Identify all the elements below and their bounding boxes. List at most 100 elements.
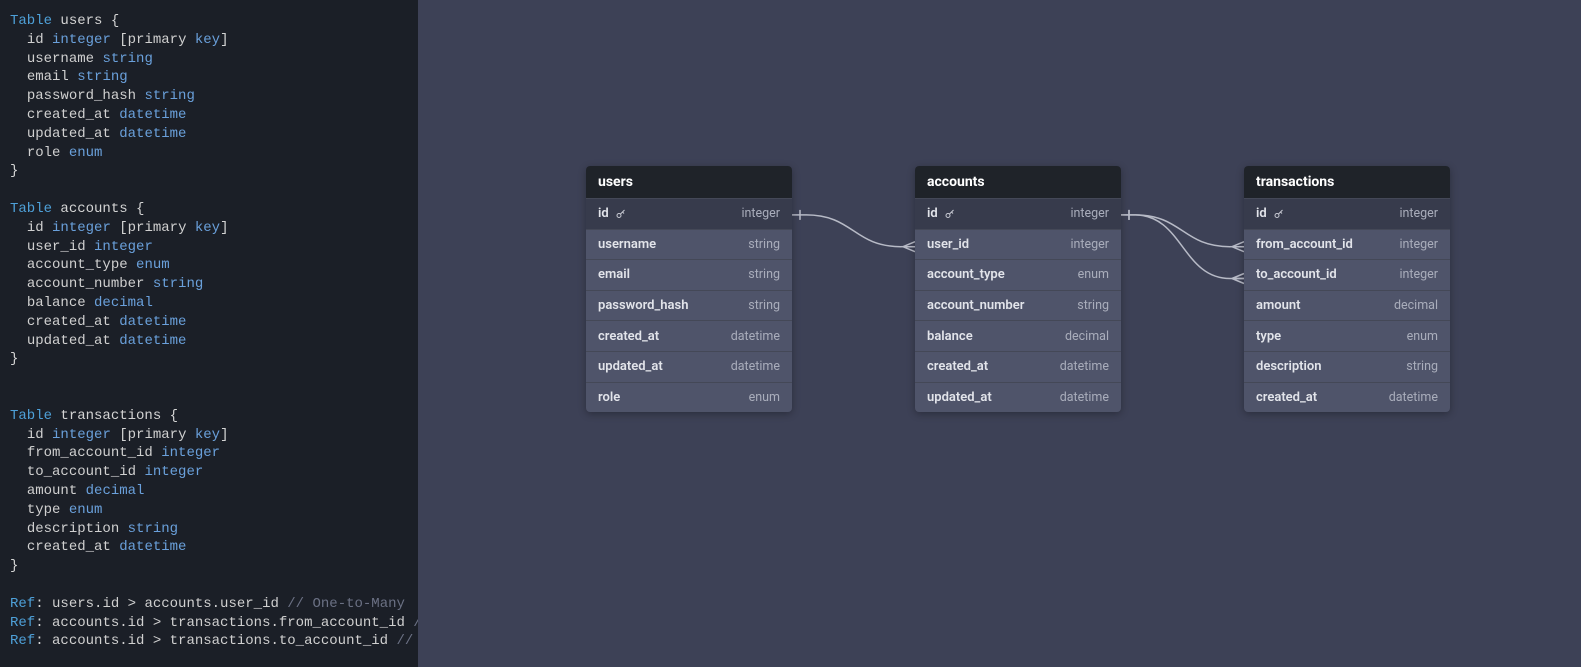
column-name-text: username (598, 237, 656, 252)
table-header[interactable]: users (586, 166, 792, 198)
code-token (144, 276, 152, 292)
table-transactions[interactable]: transactionsidintegerfrom_account_idinte… (1244, 166, 1450, 412)
column-type: enum (749, 390, 780, 405)
column-type: string (748, 267, 780, 282)
table-column-row[interactable]: username string (586, 229, 792, 260)
code-token (111, 107, 119, 123)
table-column-row[interactable]: created_atdatetime (915, 351, 1121, 382)
code-token (10, 333, 27, 349)
column-name-text: amount (1256, 298, 1301, 313)
column-name: updated_at (927, 390, 992, 405)
column-name-text: updated_at (927, 390, 992, 405)
table-column-row[interactable]: typeenum (1244, 320, 1450, 351)
column-name: role (598, 390, 620, 405)
code-token: email (27, 69, 69, 85)
code-token (60, 145, 68, 161)
column-type: integer (1070, 206, 1109, 221)
code-token: } (10, 558, 18, 574)
table-column-row[interactable]: idinteger (1244, 198, 1450, 229)
table-column-row[interactable]: account_numberstring (915, 290, 1121, 321)
code-line: id integer [primary key] (10, 426, 408, 445)
column-name: account_type (927, 267, 1005, 282)
code-token: } (10, 163, 18, 179)
table-column-row[interactable]: created_at datetime (1244, 382, 1450, 413)
table-column-row[interactable]: idinteger (586, 198, 792, 229)
diagram-canvas[interactable]: usersidintegerusernamestringemailstringp… (418, 0, 1581, 667)
table-column-row[interactable]: balancedecimal (915, 320, 1121, 351)
code-token (111, 220, 119, 236)
table-column-row[interactable]: emailstring (586, 259, 792, 290)
code-token (111, 314, 119, 330)
column-name: username (598, 237, 656, 252)
code-token (10, 107, 27, 123)
code-line: email string (10, 68, 408, 87)
column-type: datetime (731, 359, 780, 374)
code-token (60, 502, 68, 518)
code-token: datetime (119, 333, 186, 349)
table-column-row[interactable]: to_account_idinteger (1244, 259, 1450, 290)
column-name-text: id (927, 206, 938, 221)
code-token: // One-to-Many (287, 596, 405, 612)
code-token: datetime (119, 107, 186, 123)
table-column-row[interactable]: descriptionstring (1244, 351, 1450, 382)
code-token: primary (128, 220, 187, 236)
code-editor[interactable]: Table users { id integer [primary key] u… (0, 0, 418, 667)
column-name: id (1256, 206, 1285, 221)
table-column-row[interactable]: id integer (915, 198, 1121, 229)
code-line: created_at datetime (10, 106, 408, 125)
table-column-row[interactable]: account_typeenum (915, 259, 1121, 290)
code-token (10, 295, 27, 311)
code-token (111, 427, 119, 443)
code-token: integer (52, 32, 111, 48)
code-line: id integer [primary key] (10, 219, 408, 238)
table-header[interactable]: transactions (1244, 166, 1450, 198)
code-line: from_account_id integer (10, 444, 408, 463)
code-token: { (136, 201, 144, 217)
table-accounts[interactable]: accountsidintegeruser_idintegeraccount_t… (915, 166, 1121, 412)
code-token (10, 276, 27, 292)
table-column-row[interactable]: from_account_idinteger (1244, 229, 1450, 260)
code-token: string (102, 51, 152, 67)
column-name: created_at (598, 329, 659, 344)
column-name-text: password_hash (598, 298, 688, 313)
table-column-row[interactable]: role enum (586, 382, 792, 413)
code-token (10, 257, 27, 273)
code-line: description string (10, 520, 408, 539)
table-column-row[interactable]: user_idinteger (915, 229, 1121, 260)
code-token (86, 295, 94, 311)
code-token (10, 502, 27, 518)
column-type: string (748, 237, 780, 252)
code-token (186, 427, 194, 443)
table-column-row[interactable]: updated_atdatetime (915, 382, 1121, 413)
code-token: primary (128, 32, 187, 48)
code-token: } (10, 351, 18, 367)
table-column-row[interactable]: amountdecimal (1244, 290, 1450, 321)
table-column-row[interactable]: password_hashstring (586, 290, 792, 321)
column-name: balance (927, 329, 973, 344)
code-token: account_number (27, 276, 145, 292)
table-column-row[interactable]: created_atdatetime (586, 320, 792, 351)
code-token (10, 220, 27, 236)
code-token: datetime (119, 539, 186, 555)
code-token: from_account_id (27, 445, 153, 461)
code-token: Ref (10, 615, 35, 631)
code-line: Table users { (10, 12, 408, 31)
code-token: datetime (119, 314, 186, 330)
code-token: password_hash (27, 88, 136, 104)
code-line: account_type enum (10, 256, 408, 275)
table-column-row[interactable]: updated_atdatetime (586, 351, 792, 382)
column-name: id (598, 206, 627, 221)
table-header[interactable]: accounts (915, 166, 1121, 198)
code-token (10, 126, 27, 142)
code-line (10, 181, 408, 200)
column-type: datetime (1389, 390, 1438, 405)
code-token (10, 239, 27, 255)
column-name-text: id (598, 206, 609, 221)
code-token: role (27, 145, 61, 161)
code-line: created_at datetime (10, 538, 408, 557)
code-line (10, 388, 408, 407)
table-users[interactable]: usersidintegerusernamestringemailstringp… (586, 166, 792, 412)
code-token: key (195, 220, 220, 236)
column-name-text: to_account_id (1256, 267, 1337, 282)
column-name-text: created_at (1256, 390, 1317, 405)
